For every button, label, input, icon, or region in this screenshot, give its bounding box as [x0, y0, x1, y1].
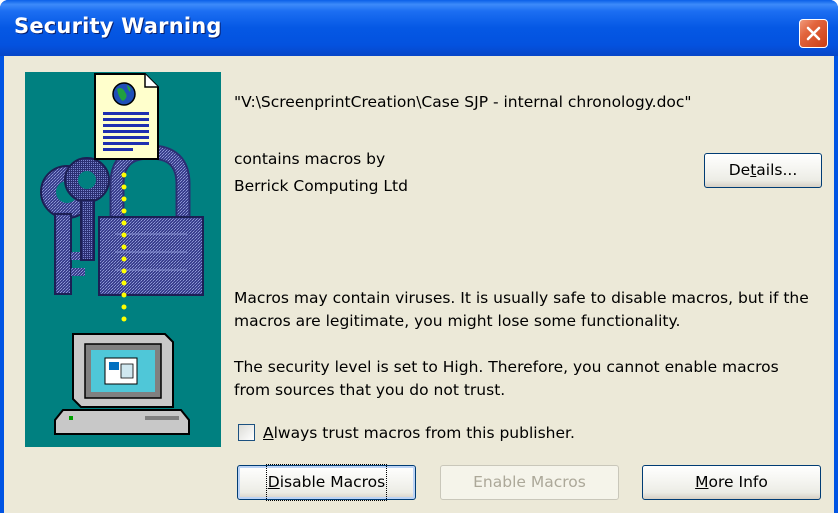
security-level-line1: The security level is set to High. There… [234, 358, 779, 376]
close-icon [806, 26, 821, 41]
title-bar[interactable]: Security Warning [0, 0, 838, 56]
disable-macros-button[interactable]: Disable Macros [237, 464, 416, 501]
more-info-label: More Info [695, 473, 768, 491]
enable-macros-button: Enable Macros [440, 465, 619, 500]
details-button-label: Details... [728, 161, 798, 179]
enable-macros-label: Enable Macros [473, 473, 586, 491]
trust-publisher-checkbox[interactable] [238, 424, 255, 441]
publisher-name: Berrick Computing Ltd [234, 177, 408, 195]
disable-macros-label: Disable Macros [265, 464, 388, 501]
warning-text-line2: macros are legitimate, you might lose so… [234, 312, 681, 330]
dialog-body: "V:\ScreenprintCreation\Case SJP - inter… [4, 56, 834, 513]
document-globe-icon [94, 73, 159, 160]
trust-publisher-label[interactable]: Always trust macros from this publisher. [263, 421, 575, 445]
computer-icon [54, 333, 190, 435]
more-info-button[interactable]: More Info [642, 465, 821, 500]
warning-text-line1: Macros may contain viruses. It is usuall… [234, 289, 809, 307]
contains-macros-text: contains macros by [234, 150, 386, 168]
details-button[interactable]: Details... [704, 153, 822, 188]
macro-illustration [25, 72, 221, 447]
security-level-line2: from sources that you do not trust. [234, 381, 506, 399]
security-warning-window: Security Warning "V:\ScreenprintCreation… [0, 0, 838, 513]
padlock-icon [98, 144, 204, 296]
window-title: Security Warning [14, 14, 222, 38]
file-path-text: "V:\ScreenprintCreation\Case SJP - inter… [234, 93, 692, 111]
close-button[interactable] [799, 19, 828, 48]
